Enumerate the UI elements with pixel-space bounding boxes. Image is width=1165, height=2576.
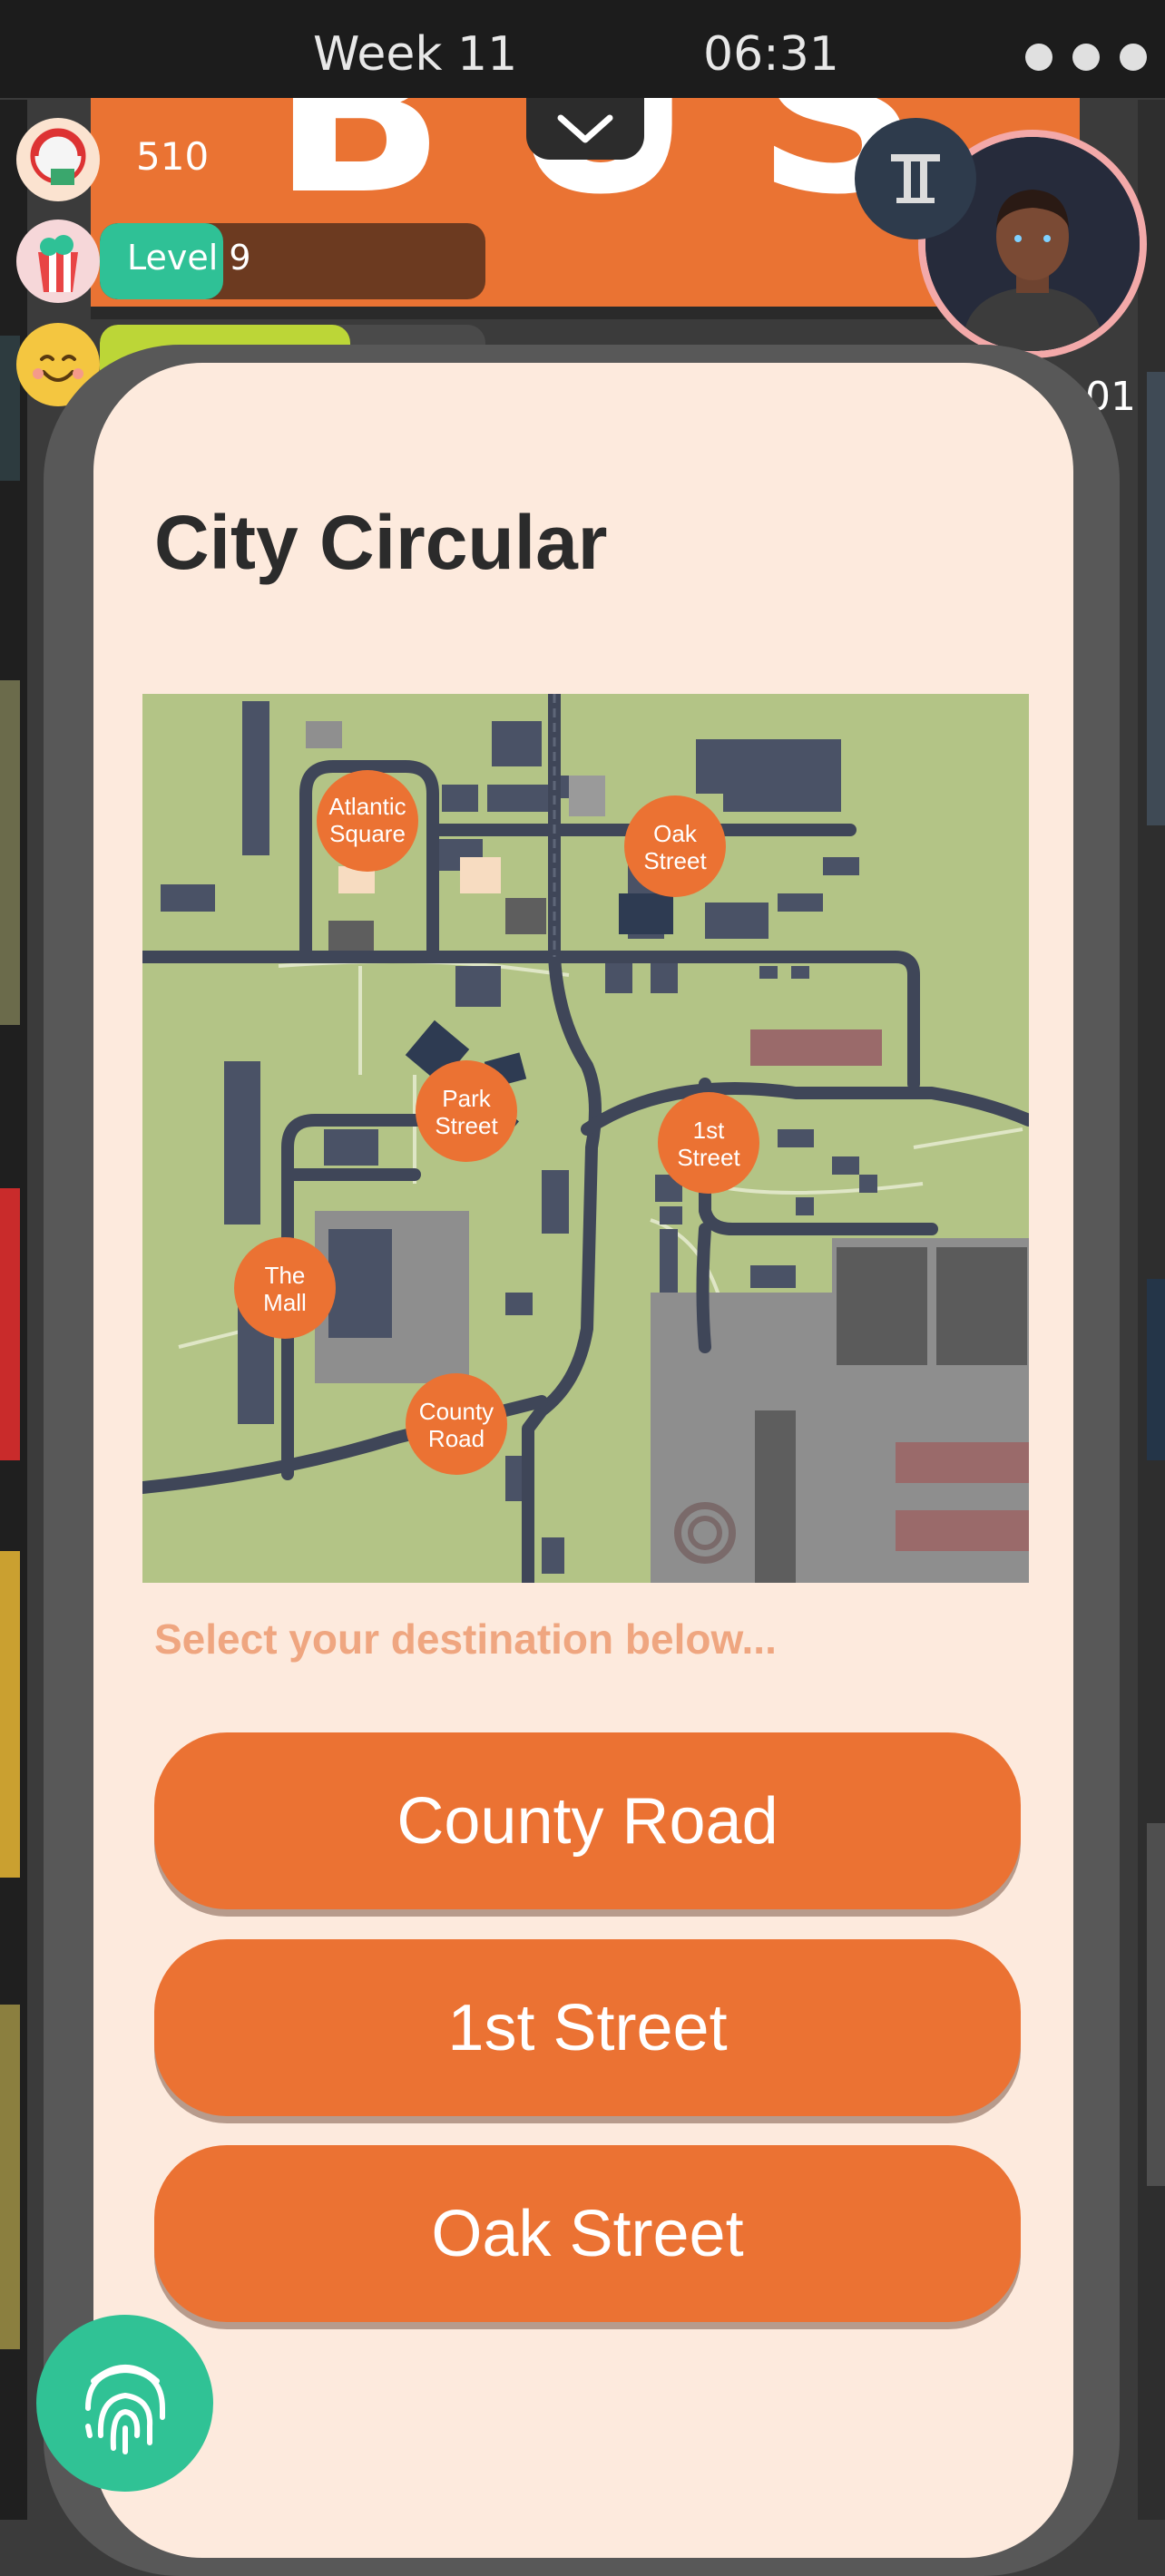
- billboard-ledge: [91, 307, 1080, 319]
- destination-button-1st-street[interactable]: 1st Street: [154, 1939, 1021, 2116]
- chevron-down-icon: [557, 114, 613, 143]
- destination-prompt: Select your destination below...: [154, 1615, 777, 1663]
- page-title: City Circular: [154, 500, 608, 585]
- destination-button-oak-street[interactable]: Oak Street: [154, 2145, 1021, 2322]
- background-city-right: [1138, 100, 1165, 2520]
- level-label: Level 9: [127, 238, 251, 278]
- stop-park-street: Park Street: [416, 1060, 517, 1162]
- stop-label-park-street: Park Street: [435, 1085, 498, 1139]
- bank-button[interactable]: [855, 118, 976, 239]
- stop-oak-street: Oak Street: [624, 795, 726, 897]
- xp-value: 510: [136, 134, 210, 179]
- collapse-panel-button[interactable]: [526, 98, 644, 160]
- clock: 06:31: [703, 27, 839, 82]
- stop-county-road: County Road: [406, 1373, 507, 1475]
- week-counter: Week 11: [313, 27, 518, 82]
- fingerprint-icon: [84, 2364, 165, 2454]
- destination-button-county-road[interactable]: County Road: [154, 1732, 1021, 1909]
- lollipop-xp-icon: [16, 118, 100, 201]
- route-map: Atlantic Square Oak Street Park Street 1st S…: [136, 688, 1035, 1589]
- stop-label-the-mall: The Mall: [263, 1262, 307, 1316]
- bank-icon: [891, 154, 940, 203]
- stop-the-mall: The Mall: [234, 1237, 336, 1339]
- stop-label-atlantic-square: Atlantic Square: [328, 793, 406, 847]
- stop-1st-street: 1st Street: [658, 1092, 759, 1194]
- background-city-left: [0, 100, 27, 2520]
- popcorn-level-icon: [16, 220, 100, 303]
- status-bar: Week 11 06:31: [0, 0, 1165, 98]
- menu-dots-icon[interactable]: [1025, 44, 1147, 71]
- stop-label-county-road: County Road: [419, 1398, 494, 1452]
- stop-atlantic-square: Atlantic Square: [317, 770, 418, 872]
- fingerprint-button[interactable]: [36, 2315, 213, 2492]
